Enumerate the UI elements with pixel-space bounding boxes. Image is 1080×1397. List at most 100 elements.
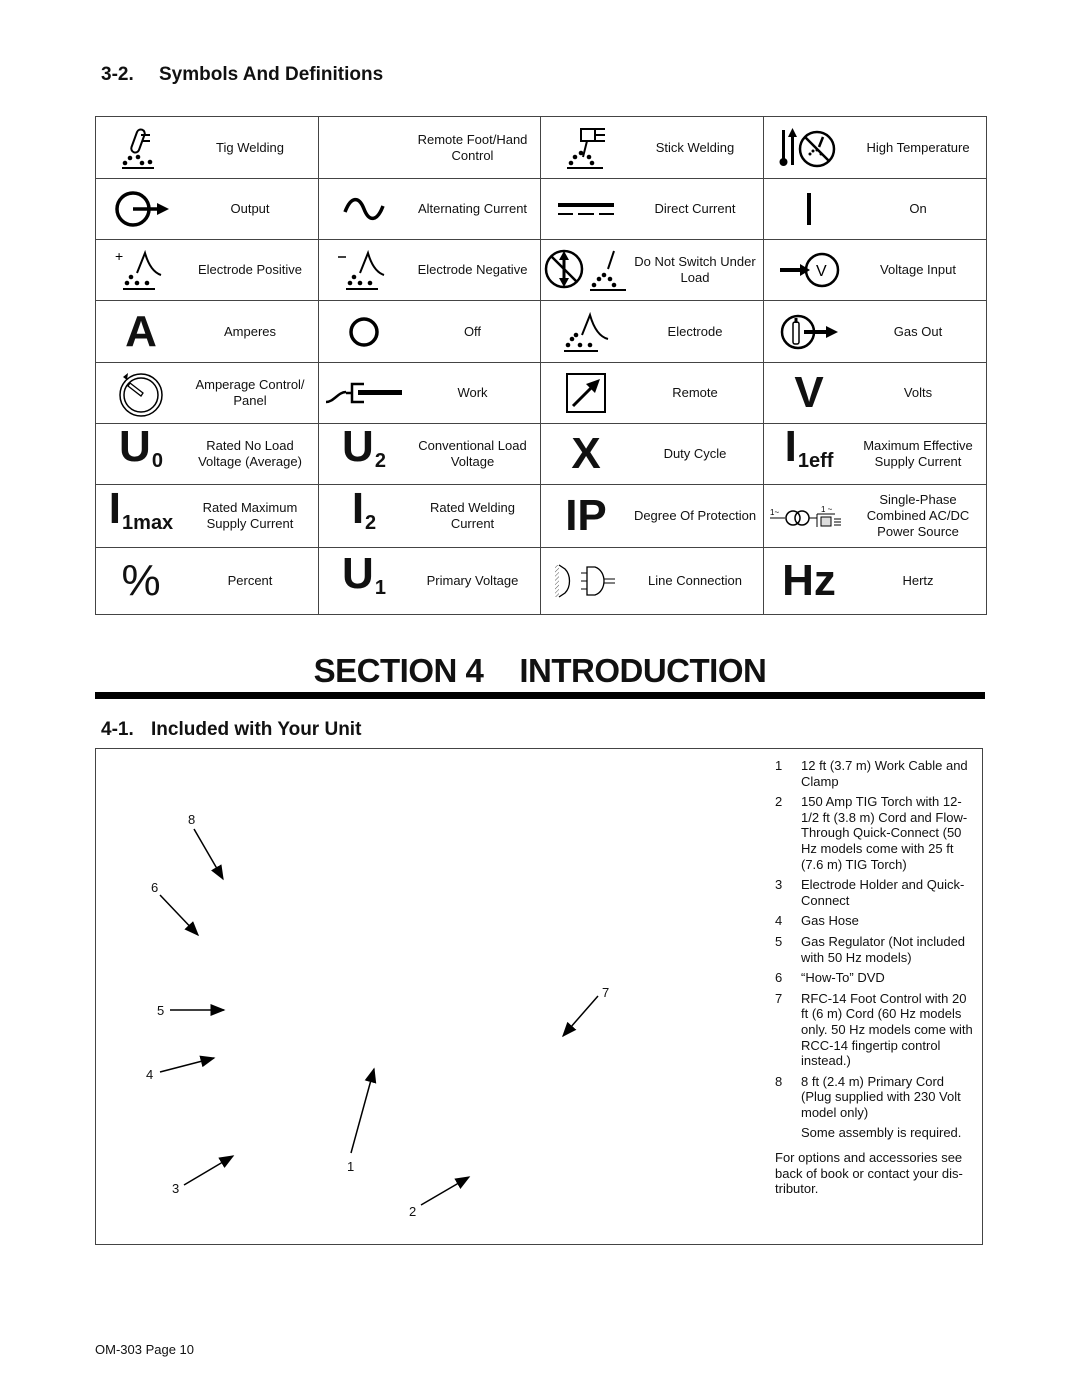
symbol-label: Rated No Load Voltage (Average) [198, 438, 302, 469]
page-footer: OM-303 Page 10 [95, 1342, 195, 1357]
symbol-label: Gas Out [893, 323, 943, 339]
symbol-cell: Direct Current [540, 178, 764, 240]
symbol-label: Work [457, 385, 488, 400]
list-item: 7 RFC-14 Foot Control with 20 ft (6 m) Co… [775, 991, 975, 1069]
symbol-cell: Alternating Current [318, 178, 541, 240]
symbol-label: Direct Current [654, 201, 736, 216]
symbol-label: Electrode [667, 323, 723, 339]
symbol-label: High Temperature [866, 139, 970, 155]
symbol-cell: I1max Rated Maximum Supply Current [95, 484, 319, 548]
hertz-icon: Hz [782, 556, 836, 605]
conventional-load-voltage-icon: U2 [342, 425, 386, 483]
symbol-label: Tig Welding [216, 139, 284, 155]
section-title: Included with Your Unit [151, 719, 362, 740]
do-not-switch-under-load-icon [541, 247, 631, 293]
symbol-glyph: I [108, 484, 122, 533]
percent-icon: % [121, 556, 161, 605]
symbols-row: A Amperes Off Electrode Gas Out [95, 300, 987, 363]
symbol-cell: Off [318, 300, 541, 363]
callout-label-2: 2 [409, 1204, 417, 1219]
symbol-label: Remote Foot/Hand Control [417, 131, 528, 163]
on-icon [764, 191, 854, 227]
symbol-label: Amperes [223, 323, 277, 339]
item-text: “How-To” DVD [801, 970, 885, 986]
symbol-cell: 1~ 1 ~ Single-Phase Combined AC/DC Power … [763, 484, 987, 548]
section-4-1-heading: 4-1. Included with Your Unit [101, 719, 361, 741]
symbol-cell: Tig Welding [95, 116, 319, 179]
amperage-control-panel-icon [96, 369, 186, 417]
item-number: 6 [775, 970, 783, 986]
callout-arrow-1 [350, 1067, 377, 1154]
symbol-cell: On [763, 178, 987, 240]
svg-text:1 ~: 1 ~ [821, 505, 833, 514]
symbol-cell: Gas Out [763, 300, 987, 363]
callout-label-8: 8 [188, 812, 196, 827]
symbol-label: Primary Voltage [426, 573, 519, 588]
symbol-subscript: 0 [151, 450, 163, 472]
item-text: 12 ft (3.7 m) Work Cable and Clamp [801, 758, 968, 789]
item-number: 3 [775, 877, 783, 893]
rated-max-supply-current-icon: I1max [109, 487, 173, 545]
symbols-row: % Percent U1 Primary Voltage Line Connec… [95, 547, 987, 615]
symbol-cell: U2 Conventional Load Voltage [318, 423, 541, 485]
callout-arrow-7 [562, 995, 599, 1038]
callout-label-4: 4 [146, 1067, 154, 1082]
symbol-cell: Electrode [540, 300, 764, 363]
symbol-cell: Remote [540, 362, 764, 424]
section-number: 4-1. [101, 719, 134, 740]
item-number: 7 [775, 990, 783, 1006]
section-3-2-heading: 3-2. Symbols And Definitions [101, 64, 383, 86]
symbol-label: Maximum Effective Supply Current [863, 438, 973, 469]
symbol-cell: I1eff Maximum Effective Supply Current [763, 423, 987, 485]
section-divider [95, 692, 985, 699]
svg-text:+: + [115, 248, 123, 264]
duty-cycle-icon: X [571, 429, 601, 478]
symbols-row: Tig Welding Remote Foot/Hand Control Sti… [95, 116, 987, 179]
symbols-row: Output Alternating Current Direct Curren… [95, 178, 987, 240]
symbol-cell: + Electrode Positive [95, 239, 319, 301]
callout-label-1: 1 [347, 1159, 355, 1174]
electrode-positive-icon: + [96, 247, 186, 293]
direct-current-icon [541, 199, 631, 219]
list-item: 1 12 ft (3.7 m) Work Cable and Clamp [775, 758, 975, 789]
list-item: 2 150 Amp TIG Torch with 12-1/2 ft (3.8 m… [775, 794, 975, 872]
symbol-glyph: I [351, 484, 365, 533]
symbol-cell: Do Not Switch Under Load [540, 239, 764, 301]
symbol-label: Percent [227, 573, 273, 588]
symbol-label: On [909, 201, 927, 216]
item-text: Gas Regulator (Not included with 50 Hz m… [801, 933, 966, 965]
max-effective-supply-current-icon: I1eff [785, 425, 834, 483]
item-text: Electrode Holder and Quick-Connect [801, 877, 965, 908]
symbol-cell: V Volts [763, 362, 987, 424]
line-connection-icon [541, 561, 631, 601]
included-items-list: 1 12 ft (3.7 m) Work Cable and Clamp 2 150… [775, 758, 975, 1197]
item-text: 8 ft (2.4 m) Primary Cord (Plug supplied… [801, 1073, 961, 1120]
symbol-label: Electrode Negative [417, 262, 528, 277]
symbol-glyph: I [784, 422, 797, 471]
list-item: 4 Gas Hose [775, 913, 975, 929]
degree-of-protection-icon: IP [565, 491, 607, 540]
symbol-cell: High Temperature [763, 116, 987, 179]
off-icon [319, 315, 409, 349]
item-number: 2 [775, 794, 783, 810]
symbol-glyph: U [342, 549, 374, 598]
symbol-label: Stick Welding [655, 139, 735, 155]
item-text: 150 Amp TIG Torch with 12-1/2 ft (3.8 m)… [801, 794, 968, 872]
symbol-cell: Stick Welding [540, 116, 764, 179]
symbol-label: Amperage Control/ Panel [195, 377, 305, 408]
symbols-row: + Electrode Positive Electrode Negative … [95, 239, 987, 301]
symbol-label: Conventional Load Voltage [418, 438, 527, 469]
accessories-note: For options and accessories see back of … [775, 1150, 963, 1197]
section-4-label: SECTION 4 [313, 652, 484, 689]
remote-icon [541, 371, 631, 415]
item-number: 8 [775, 1073, 783, 1089]
output-icon [96, 187, 186, 231]
assembly-note: Some assembly is required. [801, 1125, 962, 1141]
high-temperature-icon [764, 125, 854, 171]
symbol-cell: Amperage Control/ Panel [95, 362, 319, 424]
symbol-cell: Hz Hertz [763, 547, 987, 615]
callout-label-6: 6 [151, 880, 159, 895]
callout-arrow-3 [183, 1155, 235, 1186]
symbol-label: Single-Phase Combined AC/DC Power Source [866, 492, 970, 539]
primary-voltage-icon: U1 [342, 552, 386, 610]
